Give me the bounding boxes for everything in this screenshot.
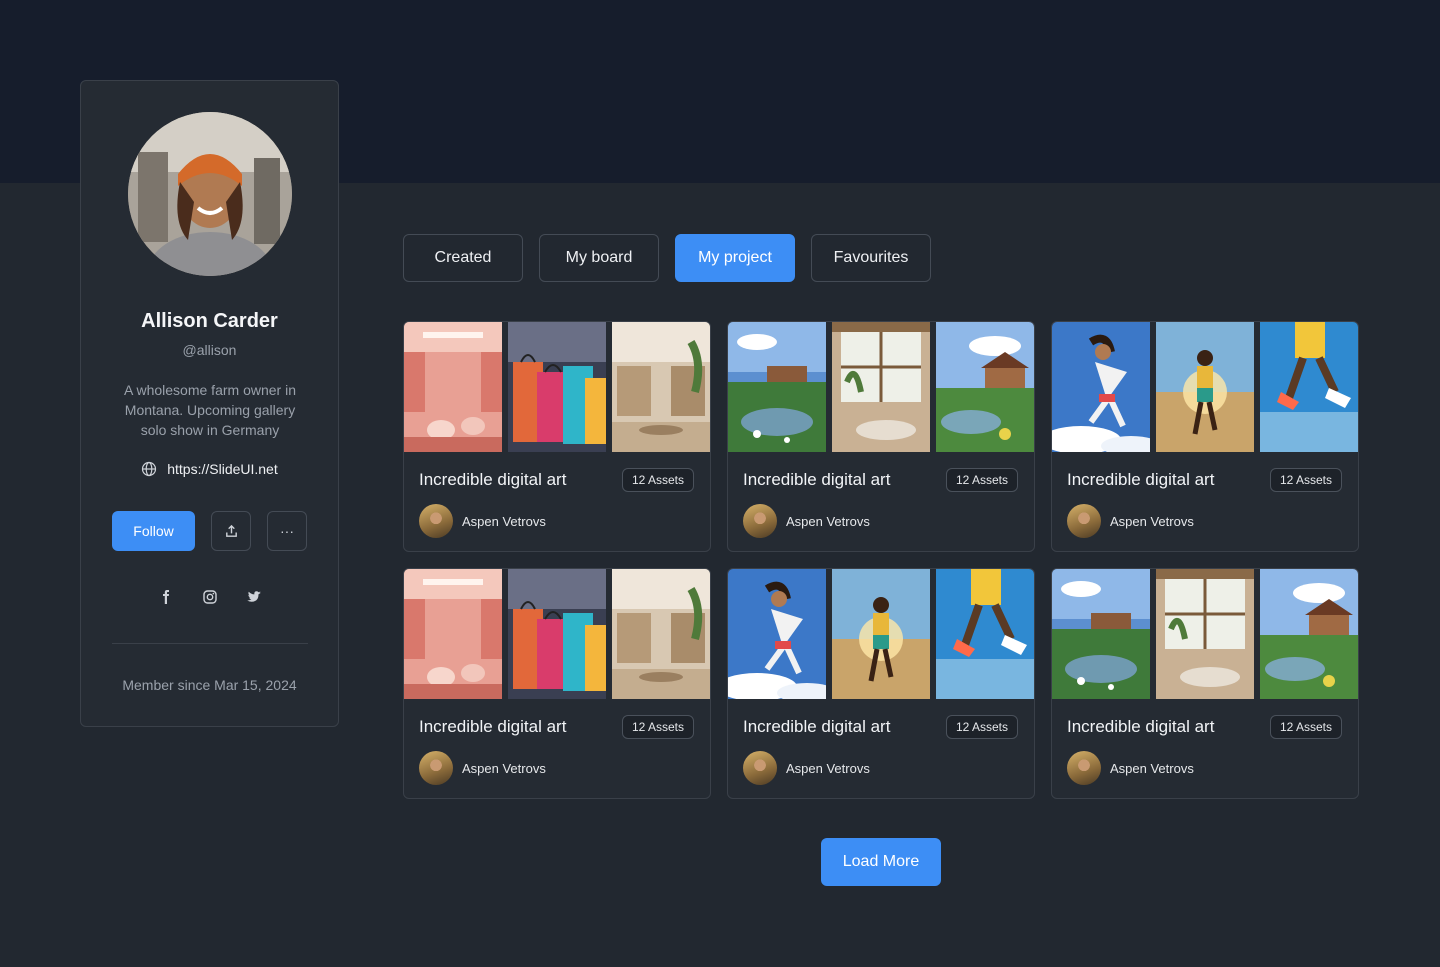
assets-badge: 12 Assets [621, 468, 694, 492]
card-author[interactable]: Aspen Vetrovs [419, 504, 546, 538]
card-thumbnail [612, 322, 710, 452]
author-avatar [743, 504, 777, 538]
share-button[interactable] [211, 511, 251, 551]
website-url: https://SlideUI.net [167, 461, 278, 477]
card-title: Incredible digital art [419, 470, 567, 489]
author-name: Aspen Vetrovs [786, 760, 870, 776]
profile-photo [128, 112, 292, 276]
author-avatar [1067, 751, 1101, 785]
tab-my-board[interactable]: My board [539, 234, 659, 282]
card-title: Incredible digital art [1067, 470, 1215, 489]
card-author[interactable]: Aspen Vetrovs [1067, 751, 1194, 785]
card-thumbnail [832, 322, 930, 452]
card-thumbnail [1052, 322, 1150, 452]
follow-button[interactable]: Follow [112, 511, 195, 551]
card-title: Incredible digital art [743, 717, 891, 736]
card-thumbnails [728, 569, 1034, 699]
card-thumbnail [508, 322, 606, 452]
author-avatar [1067, 504, 1101, 538]
card-thumbnails [728, 322, 1034, 452]
card-thumbnail [728, 569, 826, 699]
profile-tabs: Created My board My project Favourites [403, 234, 931, 282]
project-card[interactable]: Incredible digital art 12 Assets Aspen V… [403, 321, 711, 552]
author-avatar [419, 751, 453, 785]
card-author[interactable]: Aspen Vetrovs [419, 751, 546, 785]
card-thumbnails [1052, 569, 1358, 699]
profile-card: Allison Carder @allison A wholesome farm… [80, 80, 339, 727]
author-avatar [743, 751, 777, 785]
project-grid: Incredible digital art 12 Assets Aspen V… [403, 321, 1359, 799]
profile-divider [112, 643, 308, 644]
instagram-icon[interactable] [202, 589, 218, 605]
project-card[interactable]: Incredible digital art 12 Assets Aspen V… [727, 321, 1035, 552]
website-link[interactable]: https://SlideUI.net [81, 461, 338, 477]
card-thumbnail [612, 569, 710, 699]
member-since: Member since Mar 15, 2024 [122, 677, 297, 693]
card-author[interactable]: Aspen Vetrovs [1067, 504, 1194, 538]
card-thumbnail [1052, 569, 1150, 699]
card-thumbnail [936, 322, 1034, 452]
card-title: Incredible digital art [419, 717, 567, 736]
author-avatar [419, 504, 453, 538]
project-card[interactable]: Incredible digital art 12 Assets Aspen V… [1051, 568, 1359, 799]
card-thumbnail [1156, 322, 1254, 452]
assets-badge: 12 Assets [945, 468, 1018, 492]
card-thumbnails [404, 569, 710, 699]
social-links [81, 589, 338, 605]
author-name: Aspen Vetrovs [462, 513, 546, 529]
author-name: Aspen Vetrovs [1110, 760, 1194, 776]
profile-name: Allison Carder [141, 310, 278, 332]
card-thumbnail [1156, 569, 1254, 699]
globe-icon [142, 461, 157, 477]
tab-favourites[interactable]: Favourites [811, 234, 931, 282]
project-card[interactable]: Incredible digital art 12 Assets Aspen V… [403, 568, 711, 799]
assets-badge: 12 Assets [945, 715, 1018, 739]
card-thumbnail [832, 569, 930, 699]
card-thumbnail [728, 322, 826, 452]
project-card[interactable]: Incredible digital art 12 Assets Aspen V… [1051, 321, 1359, 552]
card-thumbnails [1052, 322, 1358, 452]
profile-handle: @allison [182, 342, 237, 358]
load-more-button[interactable]: Load More [821, 838, 941, 886]
card-thumbnail [508, 569, 606, 699]
assets-badge: 12 Assets [1269, 468, 1342, 492]
project-card[interactable]: Incredible digital art 12 Assets Aspen V… [727, 568, 1035, 799]
card-title: Incredible digital art [743, 470, 891, 489]
profile-avatar [128, 112, 292, 276]
card-thumbnail [404, 569, 502, 699]
card-thumbnail [936, 569, 1034, 699]
author-name: Aspen Vetrovs [786, 513, 870, 529]
tab-my-project[interactable]: My project [675, 234, 795, 282]
assets-badge: 12 Assets [621, 715, 694, 739]
more-options-button[interactable]: ··· [267, 511, 307, 551]
facebook-icon[interactable] [158, 589, 174, 605]
author-name: Aspen Vetrovs [462, 760, 546, 776]
card-title: Incredible digital art [1067, 717, 1215, 736]
share-icon [225, 524, 237, 537]
card-thumbnail [1260, 322, 1358, 452]
card-thumbnail [404, 322, 502, 452]
profile-bio: A wholesome farm owner in Montana. Upcom… [124, 382, 296, 438]
card-thumbnail [1260, 569, 1358, 699]
author-name: Aspen Vetrovs [1110, 513, 1194, 529]
card-author[interactable]: Aspen Vetrovs [743, 504, 870, 538]
profile-actions: Follow ··· [112, 511, 307, 551]
tab-created[interactable]: Created [403, 234, 523, 282]
card-thumbnails [404, 322, 710, 452]
card-author[interactable]: Aspen Vetrovs [743, 751, 870, 785]
assets-badge: 12 Assets [1269, 715, 1342, 739]
twitter-icon[interactable] [246, 589, 262, 605]
